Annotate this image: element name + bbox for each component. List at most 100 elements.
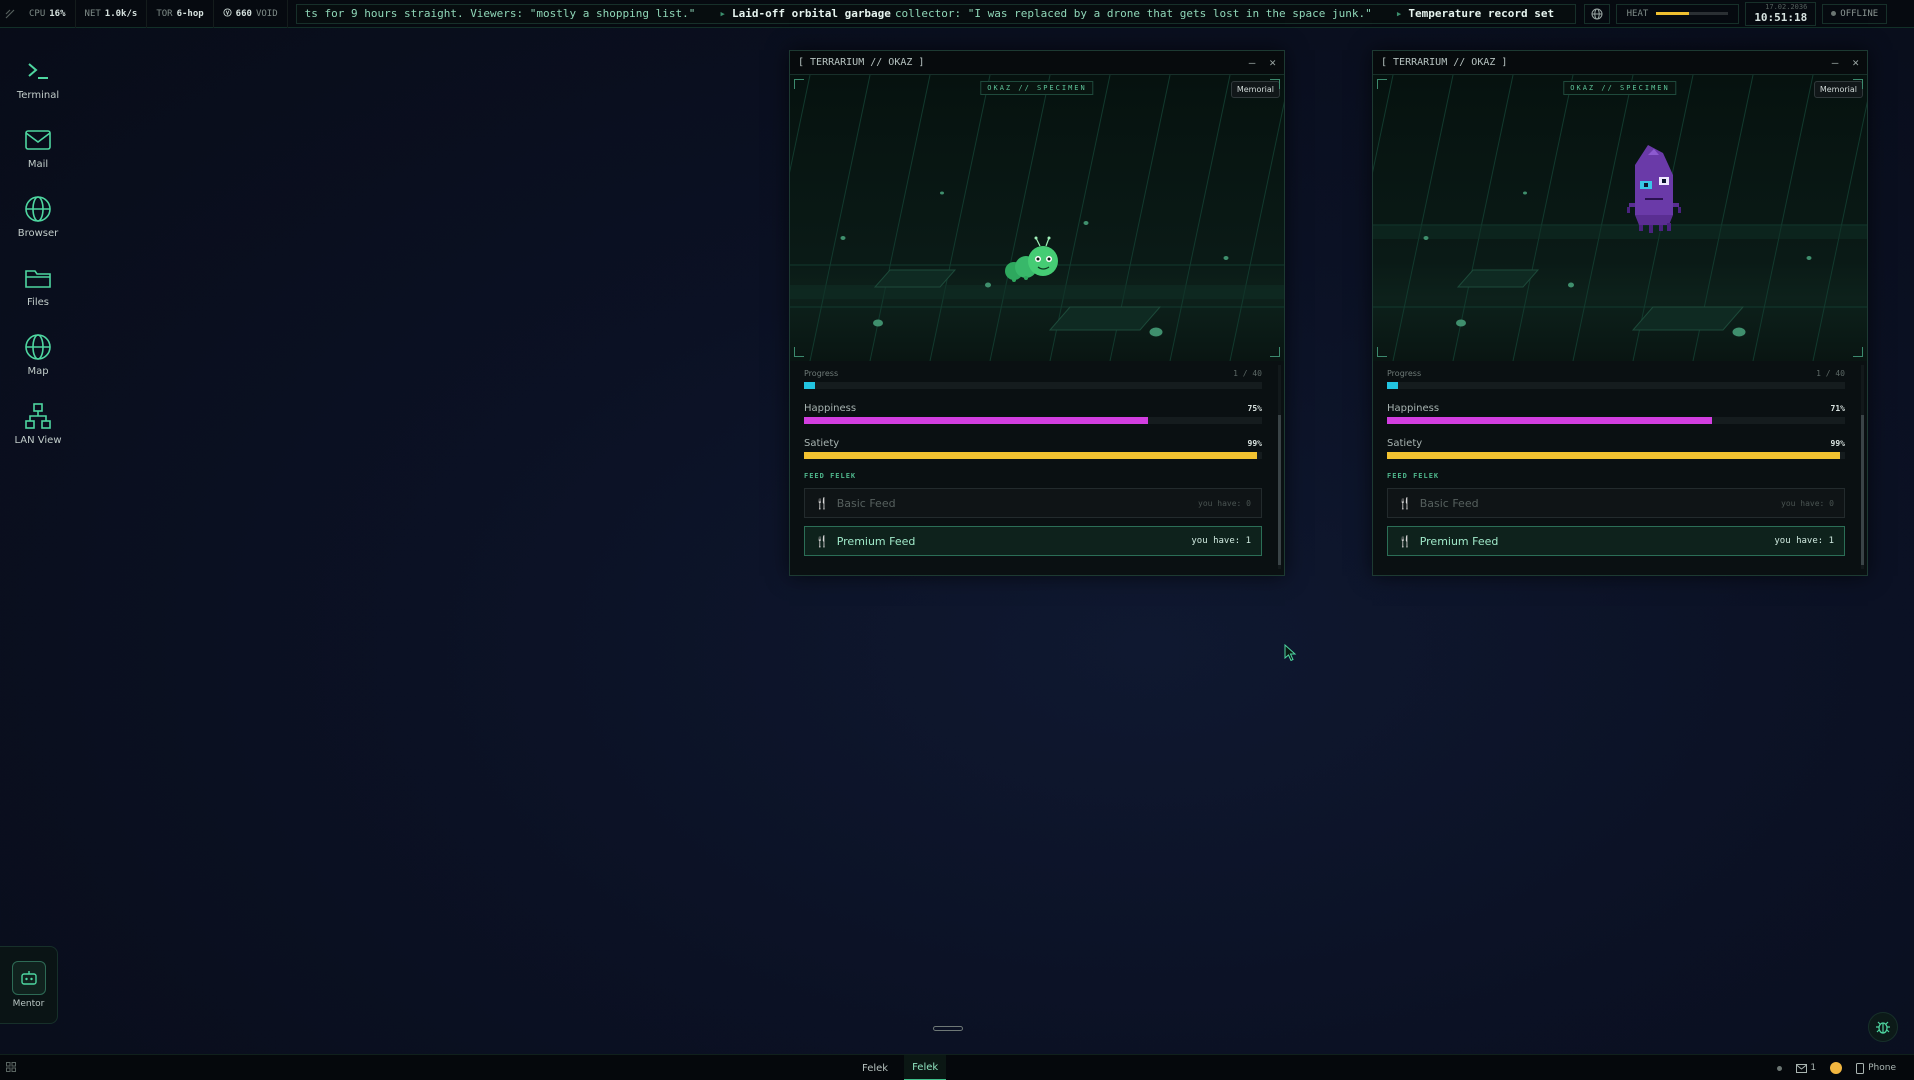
heat-label: HEAT (1626, 8, 1649, 19)
phone-icon (1856, 1062, 1865, 1074)
clock: 17.02.2036 10:51:18 (1745, 1, 1817, 26)
progress-label: Progress (1387, 368, 1422, 378)
mail-tray[interactable]: 1 (1796, 1063, 1816, 1073)
desktop-icon-map[interactable]: Map (8, 332, 68, 377)
progress-value: 1 / 40 (1816, 368, 1845, 378)
desktop-icon-label: Browser (17, 228, 59, 239)
frame-corner (1853, 79, 1863, 89)
network-globe-button[interactable] (1583, 3, 1610, 24)
robot-icon (11, 961, 46, 995)
premium-feed-label: Premium Feed (836, 534, 916, 548)
satiety-label: Satiety (804, 437, 840, 449)
news-ticker[interactable]: ts for 9 hours straight. Viewers: "mostl… (295, 3, 1576, 24)
debug-button[interactable] (1868, 1012, 1898, 1042)
mail-icon (1796, 1063, 1808, 1073)
folder-icon (25, 270, 51, 288)
mentor-button[interactable]: Mentor (0, 946, 58, 1024)
globe-icon (25, 334, 51, 360)
desktop-icon-terminal[interactable]: Terminal (8, 56, 68, 101)
progress-bar (804, 382, 1262, 389)
dock-handle[interactable] (933, 1026, 963, 1031)
tor-value: 6-hop (176, 8, 204, 19)
satiety-fill (804, 452, 1258, 459)
terrarium-window-1[interactable]: [ TERRARIUM // OKAZ ] — ✕ OKAZ // SPECIM… (789, 50, 1285, 576)
satiety-bar (1387, 452, 1845, 459)
frame-corner (1377, 79, 1387, 89)
net-stat: NET 1.0k/s (76, 0, 148, 28)
scrollbar-thumb[interactable] (1861, 415, 1864, 565)
frame-corner (1377, 347, 1387, 357)
desktop-icon-lan-view[interactable]: LAN View (8, 401, 68, 446)
window-title-bar[interactable]: [ TERRARIUM // OKAZ ] — ✕ (1373, 51, 1867, 75)
desktop-icon-files[interactable]: Files (8, 263, 68, 308)
premium-feed-count: you have: 1 (1774, 536, 1834, 546)
globe-icon (25, 196, 51, 222)
tor-stat: TOR 6-hop (147, 0, 214, 28)
frame-corner (1270, 79, 1280, 89)
terrarium-window-2[interactable]: [ TERRARIUM // OKAZ ] — ✕ OKAZ // SPECIM… (1372, 50, 1868, 576)
basic-feed-button[interactable]: 🍴 Basic Feed you have: 0 (1387, 488, 1845, 518)
heat-fill (1656, 12, 1689, 15)
taskbar-item-felek-1[interactable]: Felek (854, 1055, 896, 1080)
window-title: [ TERRARIUM // OKAZ ] (1381, 57, 1508, 68)
basic-feed-count: you have: 0 (1781, 498, 1834, 508)
purple-blob (1627, 145, 1681, 233)
window-title-bar[interactable]: [ TERRARIUM // OKAZ ] — ✕ (790, 51, 1284, 75)
desktop-icon-label: Files (27, 297, 49, 308)
basic-feed-button[interactable]: 🍴 Basic Feed you have: 0 (804, 488, 1262, 518)
mood-face-icon[interactable] (1830, 1062, 1843, 1074)
connection-status[interactable]: OFFLINE (1822, 3, 1888, 24)
app-grid-icon[interactable] (6, 1062, 16, 1075)
desktop-icon-label: LAN View (14, 435, 62, 446)
progress-fill (804, 382, 816, 389)
menu-icon[interactable] (0, 0, 20, 28)
heat-bar (1656, 12, 1729, 15)
terminal-icon (28, 63, 48, 79)
minimize-icon[interactable]: — (1832, 56, 1839, 69)
taskbar-item-felek-2[interactable]: Felek (904, 1055, 947, 1080)
mouse-cursor-icon (1284, 644, 1297, 662)
fork-knife-icon: 🍴 (815, 496, 829, 510)
terrarium-grid (790, 75, 1284, 361)
premium-feed-button[interactable]: 🍴 Premium Feed you have: 1 (804, 526, 1262, 556)
ticker-headline-2: Laid-off orbital garbage (731, 7, 891, 20)
desktop-icon-mail[interactable]: Mail (8, 125, 68, 170)
progress-label: Progress (804, 368, 839, 378)
fork-knife-icon: 🍴 (815, 534, 829, 548)
ticker-arrow-icon: ▸ (1395, 7, 1403, 20)
status-dot-icon (1777, 1065, 1783, 1071)
taskbar: Felek Felek 1 Phone (0, 1054, 1914, 1080)
premium-feed-label: Premium Feed (1419, 534, 1499, 548)
satiety-fill (1387, 452, 1841, 459)
feed-section-title: FEED FELEK (804, 472, 857, 480)
premium-feed-button[interactable]: 🍴 Premium Feed you have: 1 (1387, 526, 1845, 556)
ticker-text-1: ts for 9 hours straight. Viewers: "mostl… (304, 7, 696, 20)
frame-corner (1853, 347, 1863, 357)
happiness-value: 75% (1247, 403, 1262, 413)
phone-label: Phone (1868, 1063, 1896, 1073)
basic-feed-count: you have: 0 (1198, 498, 1251, 508)
window-title: [ TERRARIUM // OKAZ ] (798, 57, 925, 68)
stats-panel[interactable]: Progress 1 / 40 Happiness 75% Satiety 99… (790, 361, 1284, 575)
net-label: NET (84, 8, 101, 19)
scrollbar-thumb[interactable] (1278, 415, 1281, 565)
stats-panel[interactable]: Progress 1 / 40 Happiness 71% Satiety 99… (1373, 361, 1867, 575)
minimize-icon[interactable]: — (1249, 56, 1256, 69)
progress-value: 1 / 40 (1233, 368, 1262, 378)
satiety-value: 99% (1247, 438, 1262, 448)
panel-scrollbar[interactable] (1861, 365, 1864, 569)
close-icon[interactable]: ✕ (1269, 56, 1276, 69)
phone-tray[interactable]: Phone (1856, 1062, 1896, 1074)
specimen-label: OKAZ // SPECIMEN (980, 81, 1094, 95)
happiness-label: Happiness (804, 402, 857, 414)
desktop-icon-label: Mail (27, 159, 49, 170)
progress-fill (1387, 382, 1399, 389)
panel-scrollbar[interactable] (1278, 365, 1281, 569)
happiness-bar (804, 417, 1262, 424)
clock-time: 10:51:18 (1754, 11, 1808, 24)
satiety-bar (804, 452, 1262, 459)
desktop-icon-browser[interactable]: Browser (8, 194, 68, 239)
close-icon[interactable]: ✕ (1852, 56, 1859, 69)
ticker-arrow-icon: ▸ (719, 7, 726, 20)
fork-knife-icon: 🍴 (1398, 534, 1412, 548)
